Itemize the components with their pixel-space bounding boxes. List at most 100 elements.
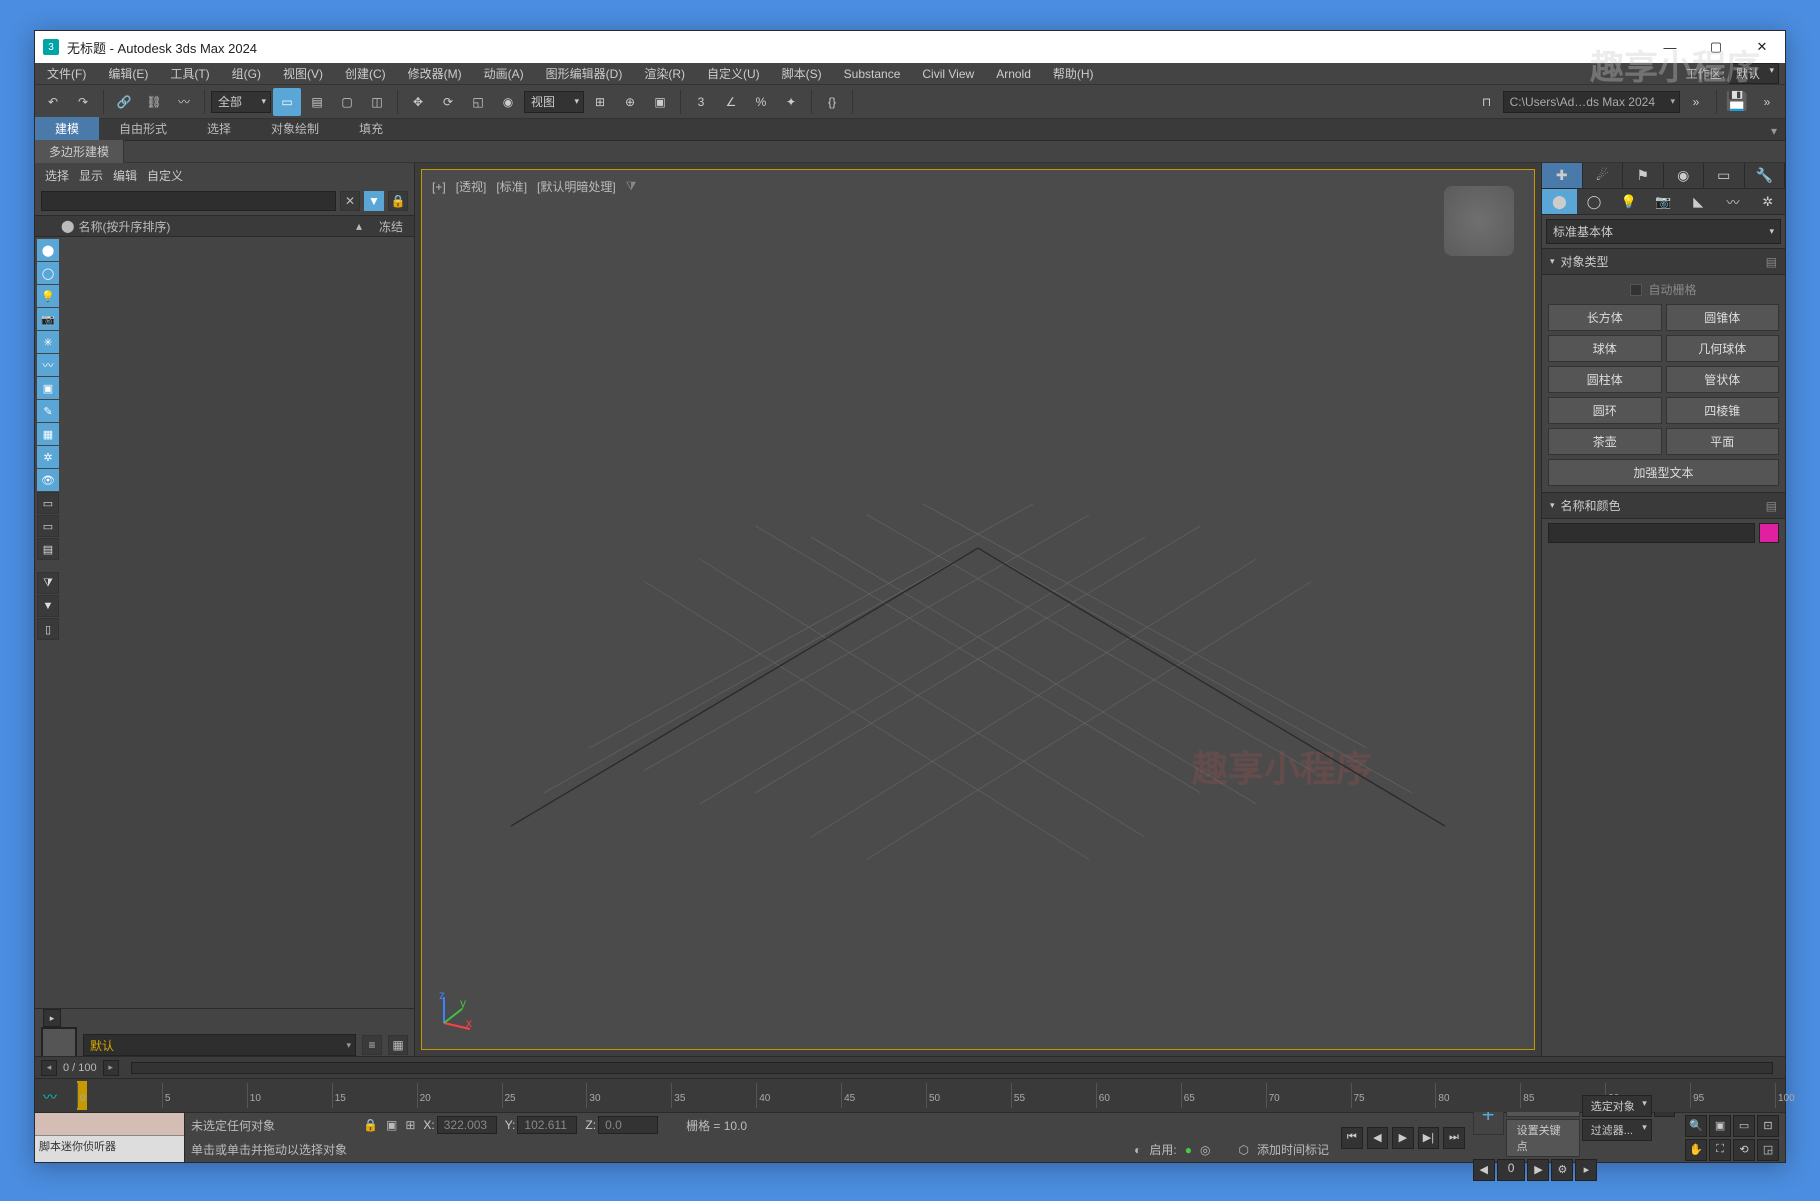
enable-target-icon[interactable]: ◎ xyxy=(1200,1143,1210,1157)
coord-y-value[interactable]: 102.611 xyxy=(517,1116,577,1134)
rollout-name-color-header[interactable]: 名称和颜色▤ xyxy=(1542,492,1785,519)
cp-tab-create[interactable]: ✚ xyxy=(1542,163,1583,188)
cp-cat-spacewarps[interactable]: 〰 xyxy=(1716,189,1751,214)
view-cube[interactable] xyxy=(1444,186,1514,256)
menu-arnold[interactable]: Arnold xyxy=(990,65,1037,83)
obj-plane-button[interactable]: 平面 xyxy=(1666,428,1780,455)
obj-tube-button[interactable]: 管状体 xyxy=(1666,366,1780,393)
menu-animation[interactable]: 动画(A) xyxy=(478,63,530,84)
spinner-snap-button[interactable]: ✦ xyxy=(777,88,805,116)
obj-textplus-button[interactable]: 加强型文本 xyxy=(1548,459,1779,486)
menu-scripting[interactable]: 脚本(S) xyxy=(776,63,828,84)
time-tag-icon[interactable]: ⬡ xyxy=(1239,1143,1249,1157)
menu-civil-view[interactable]: Civil View xyxy=(916,65,980,83)
percent-snap-button[interactable]: % xyxy=(747,88,775,116)
filter-notes-icon[interactable]: ▤ xyxy=(37,538,59,560)
cp-cat-cameras[interactable]: 📷 xyxy=(1646,189,1681,214)
filter-shapes-icon[interactable]: ◯ xyxy=(37,262,59,284)
obj-cone-button[interactable]: 圆锥体 xyxy=(1666,304,1780,331)
obj-cylinder-button[interactable]: 圆柱体 xyxy=(1548,366,1662,393)
time-config-button[interactable]: ⚙ xyxy=(1551,1159,1573,1181)
menu-customize[interactable]: 自定义(U) xyxy=(701,63,766,84)
save-button[interactable]: 💾 xyxy=(1723,88,1751,116)
cp-tab-motion[interactable]: ◉ xyxy=(1664,163,1705,188)
isolate-icon[interactable]: ▣ xyxy=(386,1118,397,1132)
close-button[interactable]: ✕ xyxy=(1739,31,1785,63)
ribbon-subtab-polygon-modeling[interactable]: 多边形建模 xyxy=(35,140,124,163)
filter-frozen-icon[interactable]: ▭ xyxy=(37,492,59,514)
scale-button[interactable]: ◱ xyxy=(464,88,492,116)
maximize-button[interactable]: ▢ xyxy=(1693,31,1739,63)
menu-rendering[interactable]: 渲染(R) xyxy=(638,63,691,84)
obj-sphere-button[interactable]: 球体 xyxy=(1548,335,1662,362)
vp-label-perspective[interactable]: [透视] xyxy=(456,178,487,195)
cp-cat-shapes[interactable]: ◯ xyxy=(1577,189,1612,214)
enable-dot-icon[interactable]: ● xyxy=(1185,1143,1192,1157)
object-color-swatch[interactable] xyxy=(1759,523,1779,543)
track-next-button[interactable]: ▸ xyxy=(103,1060,119,1076)
menu-substance[interactable]: Substance xyxy=(838,65,907,83)
toolbar-overflow-1[interactable]: ⊓ xyxy=(1473,88,1501,116)
window-crossing-button[interactable]: ◫ xyxy=(363,88,391,116)
prev-key-button[interactable]: ◀ xyxy=(1473,1159,1495,1181)
material-swatch[interactable] xyxy=(41,1027,77,1056)
cp-cat-geometry[interactable]: ⬤ xyxy=(1542,189,1577,214)
sync-button[interactable]: ≡ xyxy=(362,1035,382,1055)
nav-zoom-extents-icon[interactable]: ⊡ xyxy=(1757,1115,1779,1137)
ribbon-tab-populate[interactable]: 填充 xyxy=(339,117,403,140)
toolbar-overflow-arrow[interactable]: » xyxy=(1682,88,1710,116)
cp-tab-utilities[interactable]: 🔧 xyxy=(1745,163,1786,188)
vp-label-plus[interactable]: [+] xyxy=(432,180,446,194)
nav-pan-icon[interactable]: ✋ xyxy=(1685,1139,1707,1161)
filter-bookmark-icon[interactable]: ▯ xyxy=(37,618,59,640)
ribbon-tab-selection[interactable]: 选择 xyxy=(187,117,251,140)
cp-tab-display[interactable]: ▭ xyxy=(1704,163,1745,188)
frame-number-spinner[interactable]: 0 xyxy=(1497,1159,1526,1181)
filter-pin-icon[interactable]: ▼ xyxy=(37,595,59,617)
perspective-viewport[interactable]: [+] [透视] [标准] [默认明暗处理] ⧩ 趣享小程序 xyxy=(421,169,1535,1050)
link-button[interactable]: 🔗 xyxy=(110,88,138,116)
coord-z-value[interactable]: 0.0 xyxy=(598,1116,658,1134)
menu-help[interactable]: 帮助(H) xyxy=(1047,63,1100,84)
cp-cat-systems[interactable]: ✲ xyxy=(1750,189,1785,214)
clear-search-button[interactable]: ✕ xyxy=(340,191,360,211)
adaptive-deg-icon[interactable]: ◐ xyxy=(1134,1143,1141,1157)
ribbon-tab-freeform[interactable]: 自由形式 xyxy=(99,117,187,140)
nav-orbit-icon[interactable]: ⟲ xyxy=(1733,1139,1755,1161)
mini-listener[interactable]: 脚本迷你侦听器 xyxy=(35,1113,185,1162)
se-menu-edit[interactable]: 编辑 xyxy=(113,167,137,184)
rotate-button[interactable]: ⟳ xyxy=(434,88,462,116)
timeline[interactable]: 〰 05101520253035404550556065707580859095… xyxy=(35,1078,1785,1112)
next-key-button[interactable]: ▶ xyxy=(1527,1159,1549,1181)
track-slider[interactable] xyxy=(131,1062,1773,1074)
filter-funnel-icon[interactable]: ⧩ xyxy=(37,572,59,594)
select-by-name-button[interactable]: ▤ xyxy=(303,88,331,116)
cp-cat-helpers[interactable]: ◣ xyxy=(1681,189,1716,214)
snap-toggle-button[interactable]: 3 xyxy=(687,88,715,116)
project-path-dropdown[interactable]: C:\Users\Ad…ds Max 2024 xyxy=(1503,91,1680,113)
menu-edit[interactable]: 编辑(E) xyxy=(102,63,154,84)
ribbon-tab-modeling[interactable]: 建模 xyxy=(35,117,99,140)
cp-cat-lights[interactable]: 💡 xyxy=(1611,189,1646,214)
lock-button[interactable]: 🔒 xyxy=(388,191,408,211)
menu-create[interactable]: 创建(C) xyxy=(339,63,392,84)
undo-button[interactable]: ↶ xyxy=(39,88,67,116)
menu-graph-editors[interactable]: 图形编辑器(D) xyxy=(540,63,629,84)
nav-fov-icon[interactable]: ▭ xyxy=(1733,1115,1755,1137)
vp-label-shading[interactable]: [默认明暗处理] xyxy=(537,178,616,195)
filter-geometry-icon[interactable]: ⬤ xyxy=(37,239,59,261)
nav-zoom-icon[interactable]: 🔍 xyxy=(1685,1115,1707,1137)
curve-editor-icon[interactable]: 〰 xyxy=(43,1087,57,1107)
redo-button[interactable]: ↷ xyxy=(69,88,97,116)
se-menu-display[interactable]: 显示 xyxy=(79,167,103,184)
cp-category-dropdown[interactable]: 标准基本体 xyxy=(1546,219,1781,244)
bind-spacewarp-button[interactable]: 〰 xyxy=(170,88,198,116)
filter-helpers-icon[interactable]: ✳ xyxy=(37,331,59,353)
selection-set-dropdown[interactable]: 默认 xyxy=(83,1034,356,1056)
next-frame-button[interactable]: ▶| xyxy=(1418,1127,1440,1149)
setkey-button[interactable]: 设置关键点 xyxy=(1506,1119,1580,1157)
rectangle-region-button[interactable]: ▢ xyxy=(333,88,361,116)
add-time-tag-label[interactable]: 添加时间标记 xyxy=(1257,1141,1329,1158)
key-filter-dropdown[interactable]: 过滤器... xyxy=(1582,1119,1652,1141)
filter-lights-icon[interactable]: 💡 xyxy=(37,285,59,307)
